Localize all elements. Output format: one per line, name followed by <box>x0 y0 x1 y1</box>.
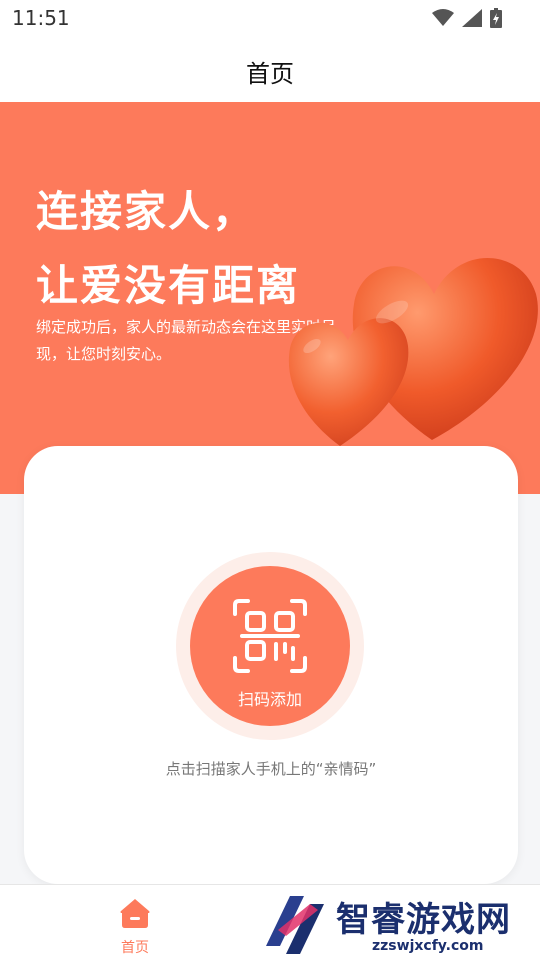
home-icon <box>120 899 150 928</box>
qr-scan-icon <box>233 599 307 673</box>
scan-hint: 点击扫描家人手机上的“亲情码” <box>165 760 377 778</box>
watermark-url: zzswjxcfy.com <box>372 938 484 954</box>
hero-headline-line1: 连接家人， <box>36 187 257 236</box>
status-icons <box>432 8 502 28</box>
nav-home-label: 首页 <box>121 940 149 956</box>
site-watermark: 智睿游戏网 zzswjxcfy.com <box>260 890 540 960</box>
status-bar: 11:51 <box>0 0 540 36</box>
battery-icon <box>490 8 502 28</box>
title-bar: 首页 <box>0 36 540 102</box>
hero-banner: 连接家人， 让爱没有距离 绑定成功后，家人的最新动态会在这里实时呈现，让您时刻安… <box>0 102 540 494</box>
status-time: 11:51 <box>12 6 70 30</box>
hero-headline-line2: 让爱没有距离 <box>36 261 301 310</box>
nav-item-home[interactable]: 首页 <box>100 893 170 957</box>
hearts-illustration <box>288 257 538 446</box>
page-title: 首页 <box>246 60 294 88</box>
signal-icon <box>462 9 482 27</box>
scan-add-label: 扫码添加 <box>237 690 302 709</box>
watermark-title: 智睿游戏网 <box>336 900 511 940</box>
scan-add-button[interactable]: 扫码添加 <box>190 566 350 726</box>
wifi-icon <box>432 9 454 26</box>
watermark-logo-icon <box>266 896 324 954</box>
scan-card: 扫码添加 点击扫描家人手机上的“亲情码” <box>24 446 518 884</box>
